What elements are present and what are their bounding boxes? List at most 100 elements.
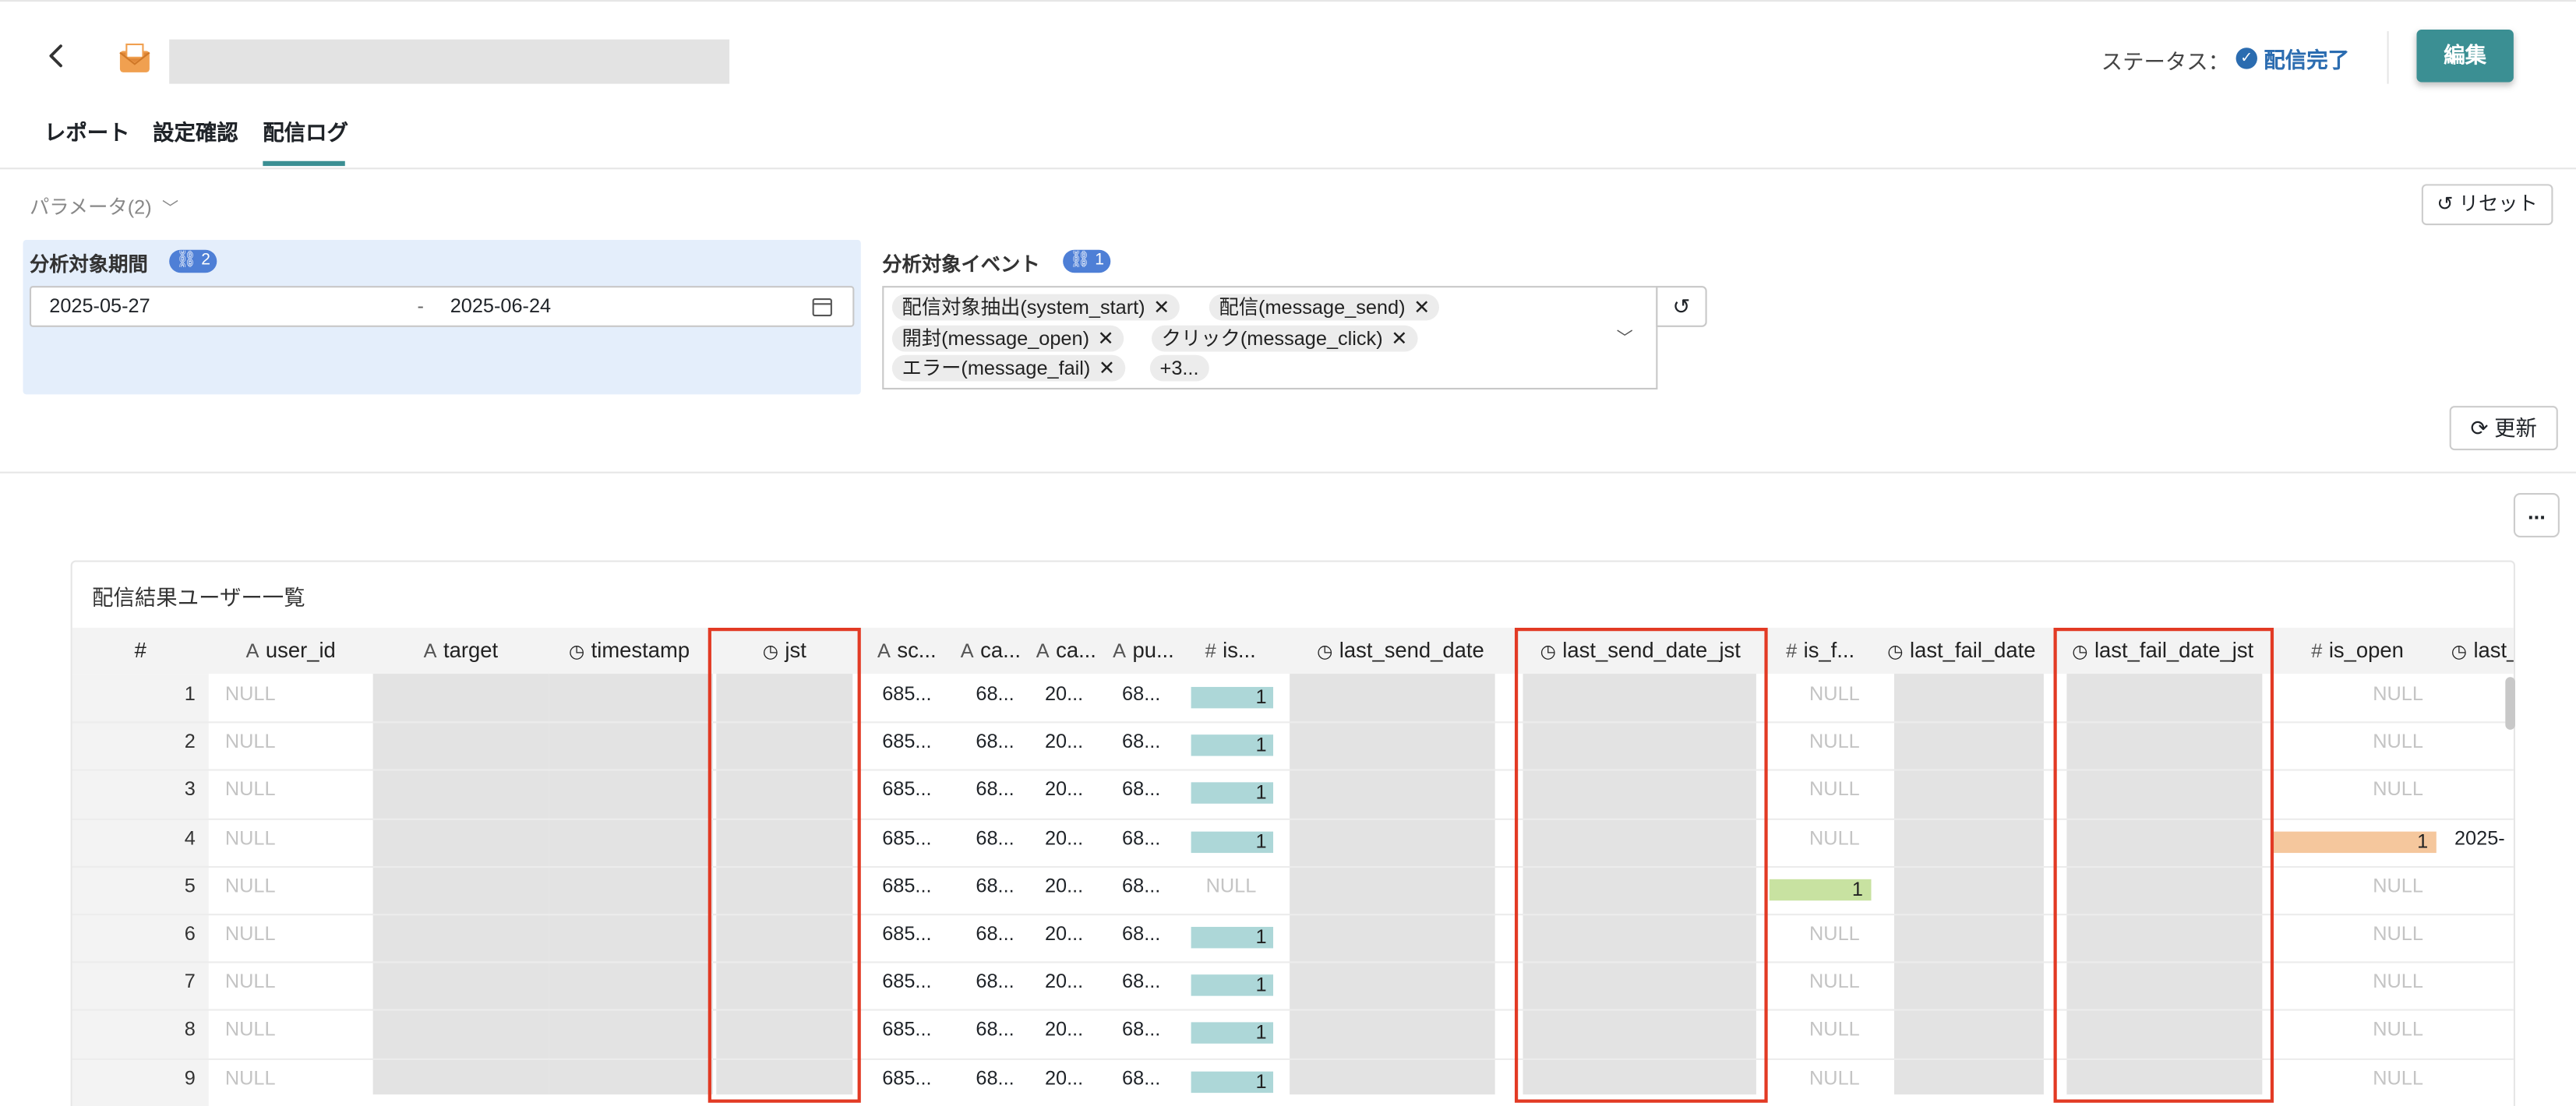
cell-ca2: 20... (1044, 682, 1084, 706)
cell-user_id: NULL (224, 730, 276, 753)
clock-icon: ◷ (1317, 642, 1333, 663)
vertical-scrollbar[interactable] (2505, 677, 2515, 730)
cell-n: 4 (184, 826, 196, 849)
column-header-ca2[interactable]: Aca... (1029, 628, 1104, 674)
column-header-ca1[interactable]: Aca... (953, 628, 1029, 674)
event-chip: 開封(message_open) ✕ (891, 325, 1124, 352)
column-header-label: # (134, 637, 146, 663)
cell-is-send-bar: 1 (1191, 782, 1274, 805)
cell-is_open: NULL (2373, 1017, 2423, 1041)
close-icon[interactable]: ✕ (1413, 296, 1430, 319)
column-header-is-send[interactable]: # is... (1183, 628, 1278, 674)
cell-n: 6 (184, 921, 196, 946)
cell-user_id: NULL (224, 777, 276, 801)
update-button[interactable]: ⟳ 更新 (2449, 406, 2558, 451)
cell-user_id: NULL (224, 682, 276, 706)
table-title: 配信結果ユーザー一覧 (92, 585, 305, 610)
cell-user_id: NULL (224, 826, 276, 849)
close-icon[interactable]: ✕ (1099, 357, 1115, 380)
cell-ca1: 68... (976, 826, 1015, 849)
column-header-label: ca... (1056, 637, 1096, 663)
redacted-cell-block (1290, 674, 1495, 1095)
cell-is_open: NULL (2373, 682, 2423, 706)
cell-is_fail: NULL (1809, 826, 1860, 849)
date-range-input[interactable]: 2025-05-27 - 2025-06-24 (29, 286, 855, 327)
cell-n: 9 (184, 1065, 196, 1090)
tab-report[interactable]: レポート (44, 115, 130, 146)
active-tab-indicator (263, 160, 345, 167)
cell-user_id: NULL (224, 970, 276, 993)
tab-settings[interactable]: 設定確認 (153, 115, 238, 146)
cell-user_id: NULL (224, 874, 276, 897)
close-icon[interactable]: ✕ (1153, 296, 1170, 319)
cell-pu: 68... (1122, 682, 1161, 706)
column-header-target[interactable]: Atarget (373, 628, 549, 674)
column-header-label: timestamp (591, 637, 690, 663)
end-date[interactable]: 2025-06-24 (450, 294, 551, 318)
cell-pu: 68... (1122, 921, 1161, 946)
column-header-label: ca... (980, 637, 1021, 663)
cell-is-fail-bar: 1 (1769, 878, 1872, 900)
undo-icon: ↺ (2437, 192, 2454, 216)
reset-button[interactable]: ↺ リセット (2421, 184, 2553, 226)
params-toggle[interactable]: パラメータ(2) ﹀ (30, 192, 178, 220)
calendar-icon[interactable] (812, 296, 833, 326)
start-date[interactable]: 2025-05-27 (49, 294, 150, 318)
cell-is_open: NULL (2373, 730, 2423, 753)
edit-button[interactable]: 編集 (2416, 29, 2514, 83)
event-chip-label: 配信対象抽出(system_start) (902, 295, 1145, 319)
clock-icon: ◷ (2451, 642, 2468, 663)
status-value: 配信完了 (2264, 48, 2350, 72)
event-chip-label: 配信(message_send) (1219, 295, 1406, 319)
cell-n: 2 (184, 730, 196, 753)
cell-pu: 68... (1122, 826, 1161, 849)
column-header-row-number[interactable]: # (72, 628, 209, 674)
cell-is-send-bar: 1 (1191, 830, 1274, 853)
cell-sc: 685... (882, 1065, 932, 1090)
cell-pu: 68... (1122, 1065, 1161, 1090)
column-header-last-fail-date[interactable]: ◷ last_fail_date (1873, 628, 2051, 674)
column-header-sc[interactable]: Asc... (861, 628, 953, 674)
status-label: ステータス： (2101, 49, 2230, 74)
undo-icon[interactable]: ↺ (1656, 286, 1707, 327)
cell-n: 3 (184, 777, 196, 801)
cell-ca2: 20... (1044, 921, 1084, 946)
column-header-pu[interactable]: Apu... (1104, 628, 1183, 674)
chevron-down-icon[interactable]: ﹀ (1617, 324, 1633, 348)
cell-pu: 68... (1122, 730, 1161, 753)
back-icon[interactable] (40, 38, 76, 74)
column-header-last-send-date[interactable]: ◷ last_send_date (1288, 628, 1513, 674)
event-chip-label: 開封(message_open) (902, 326, 1090, 350)
cell-is_send: NULL (1205, 874, 1257, 897)
close-icon[interactable]: ✕ (1391, 327, 1407, 350)
cell-ca2: 20... (1044, 874, 1084, 897)
clock-icon: ◷ (1887, 642, 1904, 663)
event-chip-label: クリック(message_click) (1161, 326, 1383, 350)
close-icon[interactable]: ✕ (1098, 327, 1114, 350)
cell-n: 1 (184, 682, 196, 706)
cell-n: 8 (184, 1017, 196, 1041)
cell-is_fail: NULL (1809, 921, 1860, 946)
cell-sc: 685... (882, 777, 932, 801)
cell-sc: 685... (882, 921, 932, 946)
column-header-is-open[interactable]: # is_open (2274, 628, 2441, 674)
cell-is-send-bar: 1 (1191, 734, 1274, 756)
column-header-timestamp[interactable]: ◷ timestamp (549, 628, 710, 674)
event-more-chip[interactable]: +3... (1149, 354, 1209, 382)
cell-ca2: 20... (1044, 1017, 1084, 1041)
more-icon[interactable]: ... (2513, 492, 2560, 537)
column-header-label: user_id (265, 637, 336, 663)
column-header-user-id[interactable]: Auser_id (209, 628, 373, 674)
cell-sc: 685... (882, 1017, 932, 1041)
column-header-is-fail[interactable]: # is_f... (1768, 628, 1873, 674)
text-type-icon: A (960, 639, 974, 663)
cell-is_fail: NULL (1809, 730, 1860, 753)
highlight-last-fail-date-jst-column (2053, 628, 2274, 1103)
date-separator: - (417, 294, 424, 318)
column-header-last[interactable]: ◷last_ (2441, 628, 2514, 674)
cell-sc: 685... (882, 682, 932, 706)
events-multiselect[interactable]: 配信対象抽出(system_start) ✕ 配信(message_send) ✕ … (882, 286, 1658, 390)
tab-delivery-log[interactable]: 配信ログ (263, 115, 348, 146)
cell-pu: 68... (1122, 1017, 1161, 1041)
cell-is_open: NULL (2373, 874, 2423, 897)
